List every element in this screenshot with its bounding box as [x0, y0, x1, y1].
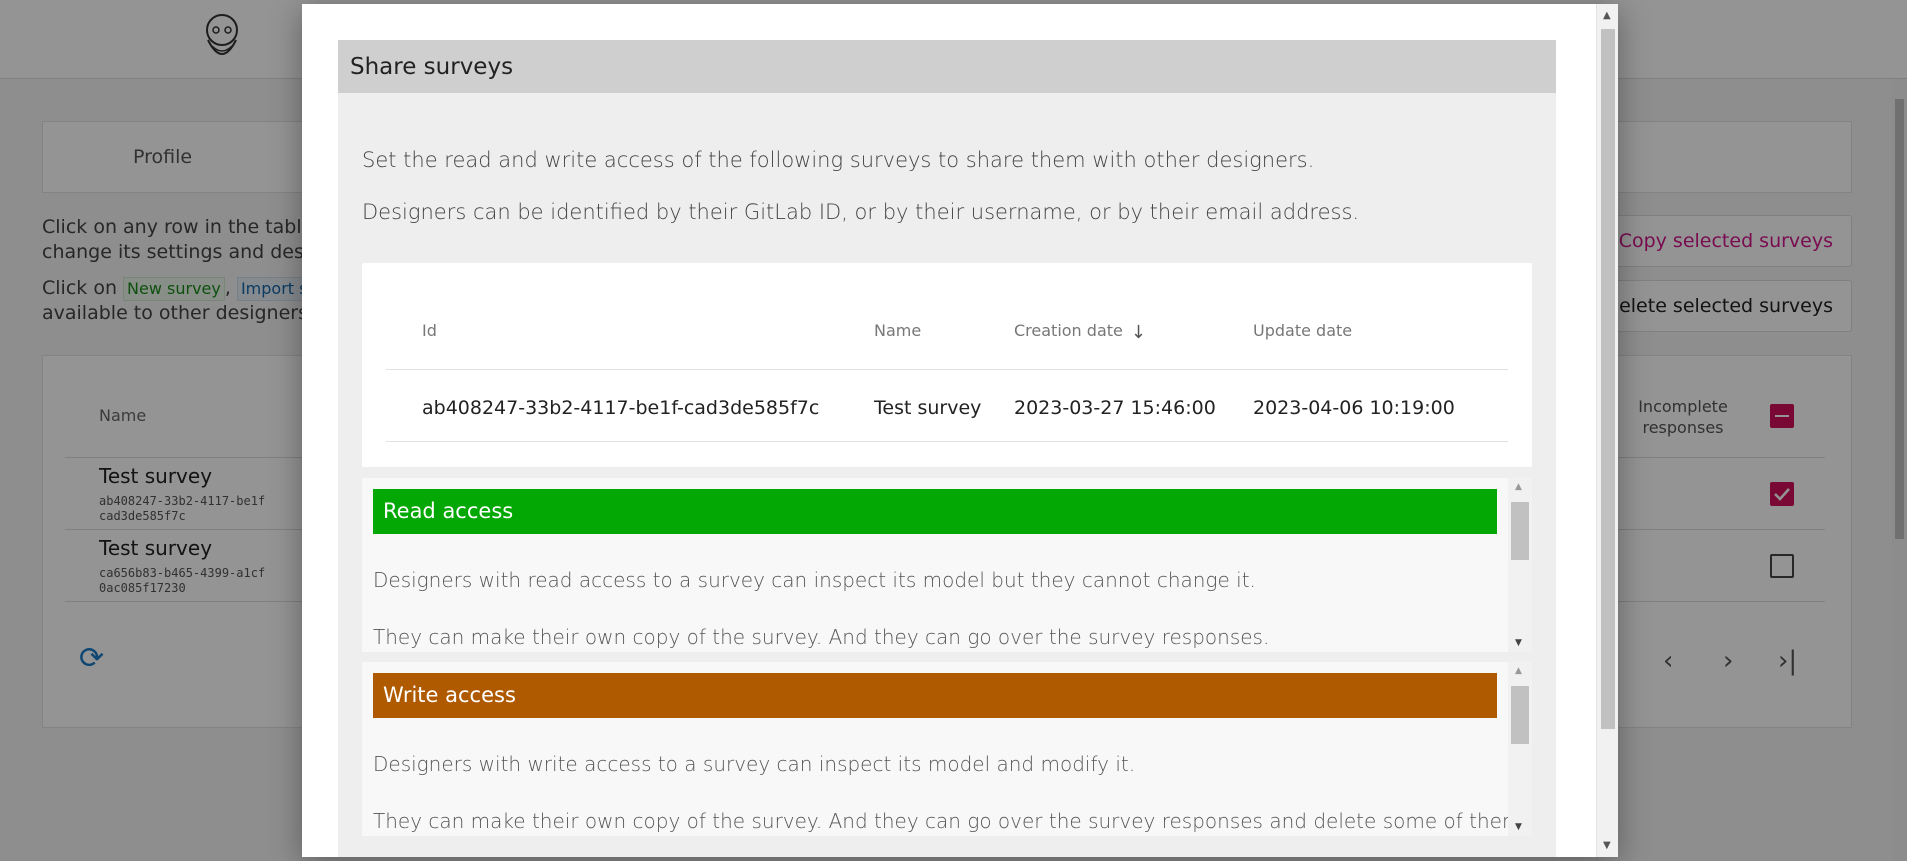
cell-update-date: 2023-04-06 10:19:00	[1253, 397, 1455, 419]
dialog-content: Share surveys Set the read and write acc…	[338, 40, 1556, 857]
scroll-up-icon[interactable]: ▲	[1603, 10, 1611, 21]
scroll-down-icon[interactable]: ▼	[1603, 840, 1611, 851]
sort-down-icon: ↓	[1130, 322, 1146, 343]
scroll-thumb[interactable]	[1601, 29, 1615, 729]
share-surveys-dialog: Share surveys Set the read and write acc…	[302, 4, 1618, 857]
read-access-scrollbar[interactable]: ▲ ▼	[1508, 478, 1532, 652]
column-header-creation-date[interactable]: Creation date ↓	[1014, 321, 1146, 343]
scroll-thumb[interactable]	[1511, 686, 1529, 744]
write-access-scrollbar[interactable]: ▲ ▼	[1508, 662, 1532, 836]
column-header-name[interactable]: Name	[874, 321, 921, 340]
write-access-text-2: They can make their own copy of the surv…	[373, 809, 1528, 833]
cell-name: Test survey	[874, 397, 982, 419]
dialog-description-1: Set the read and write access of the fol…	[362, 148, 1315, 172]
scroll-thumb[interactable]	[1511, 502, 1529, 560]
cell-creation-date: 2023-03-27 15:46:00	[1014, 397, 1216, 419]
scroll-up-icon[interactable]: ▲	[1515, 482, 1522, 492]
scroll-down-icon[interactable]: ▼	[1515, 638, 1522, 648]
column-header-id[interactable]: Id	[422, 321, 437, 340]
dialog-description-2: Designers can be identified by their Git…	[362, 200, 1360, 224]
scroll-up-icon[interactable]: ▲	[1515, 666, 1522, 676]
shared-surveys-table: Id Name Creation date ↓ Update date ab408…	[362, 263, 1532, 467]
table-divider	[386, 369, 1508, 370]
read-access-title: Read access	[383, 499, 514, 523]
dialog-title-bar: Share surveys	[338, 40, 1556, 93]
dialog-title: Share surveys	[350, 54, 514, 80]
cell-id: ab408247-33b2-4117-be1f-cad3de585f7c	[422, 397, 820, 419]
write-access-header: Write access	[373, 673, 1497, 718]
read-access-text-1: Designers with read access to a survey c…	[373, 568, 1256, 592]
write-access-title: Write access	[383, 683, 516, 707]
column-header-update-date[interactable]: Update date	[1253, 321, 1352, 340]
read-access-text-2: They can make their own copy of the surv…	[373, 625, 1270, 649]
dialog-scrollbar[interactable]: ▲ ▼	[1596, 4, 1618, 857]
read-access-panel: Read access Designers with read access t…	[362, 478, 1532, 652]
write-access-panel: Write access Designers with write access…	[362, 662, 1532, 836]
table-divider	[386, 441, 1508, 442]
scroll-down-icon[interactable]: ▼	[1515, 822, 1522, 832]
write-access-text-1: Designers with write access to a survey …	[373, 752, 1136, 776]
read-access-header: Read access	[373, 489, 1497, 534]
